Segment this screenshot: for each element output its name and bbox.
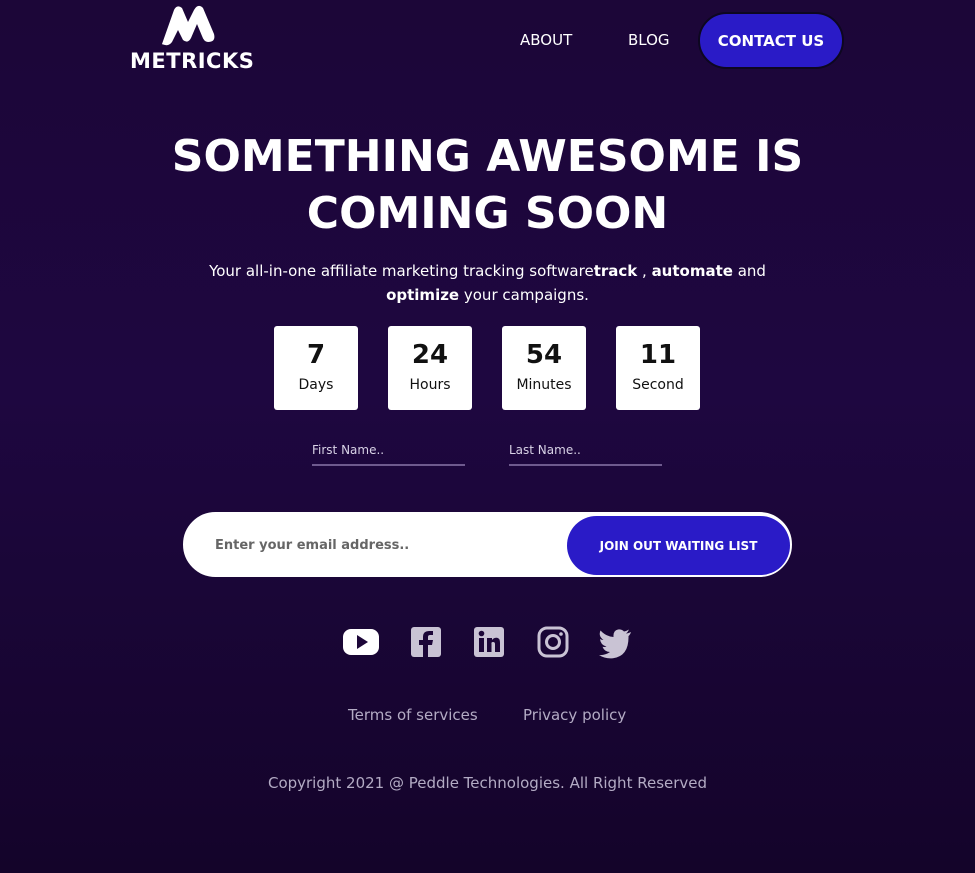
privacy-policy-link[interactable]: Privacy policy [523,706,626,724]
countdown-hours: 24 Hours [388,326,472,410]
countdown-days-label: Days [298,377,334,393]
subtitle-text: , [637,262,652,280]
countdown-seconds-label: Second [632,377,684,393]
subtitle-bold-track: track [593,262,638,280]
hero-subtitle: Your all-in-one affiliate marketing trac… [180,259,795,307]
countdown-minutes: 54 Minutes [502,326,586,410]
email-signup-bar: JOIN OUT WAITING LIST [183,512,792,577]
subtitle-bold-automate: automate [651,262,733,280]
countdown-hours-label: Hours [409,377,451,393]
contact-us-button[interactable]: CONTACT US [698,12,844,69]
hero-headline-line1: SOMETHING AWESOME IS [171,131,804,182]
instagram-icon[interactable] [534,623,572,661]
countdown-days: 7 Days [274,326,358,410]
linkedin-icon[interactable] [470,623,508,661]
countdown-seconds: 11 Second [616,326,700,410]
subtitle-text: your campaigns. [459,286,589,304]
youtube-icon[interactable] [342,623,380,661]
countdown-minutes-label: Minutes [516,377,572,393]
copyright-text: Copyright 2021 @ Peddle Technologies. Al… [267,774,708,792]
email-input[interactable] [215,532,555,558]
nav-blog-link[interactable]: BLOG [628,31,670,49]
facebook-icon[interactable] [407,623,445,661]
subtitle-text: Your all-in-one affiliate marketing trac… [209,262,594,280]
brand-logo[interactable]: METRICKS [130,4,255,73]
countdown-hours-value: 24 [411,340,449,370]
last-name-input[interactable] [509,436,662,466]
countdown-days-value: 7 [306,340,326,370]
countdown-minutes-value: 54 [525,340,563,370]
first-name-input[interactable] [312,436,465,466]
hero-headline: SOMETHING AWESOME IS COMING SOON [0,128,975,242]
terms-of-service-link[interactable]: Terms of services [348,706,478,724]
brand-name: METRICKS [130,49,255,73]
join-waiting-list-button[interactable]: JOIN OUT WAITING LIST [567,516,790,575]
twitter-icon[interactable] [596,623,634,661]
subtitle-bold-optimize: optimize [386,286,460,304]
subtitle-text: and [732,262,766,280]
countdown-seconds-value: 11 [639,340,677,370]
nav-about-link[interactable]: ABOUT [520,31,572,49]
hero-headline-line2: COMING SOON [306,188,669,239]
logo-mark-icon [161,5,215,46]
